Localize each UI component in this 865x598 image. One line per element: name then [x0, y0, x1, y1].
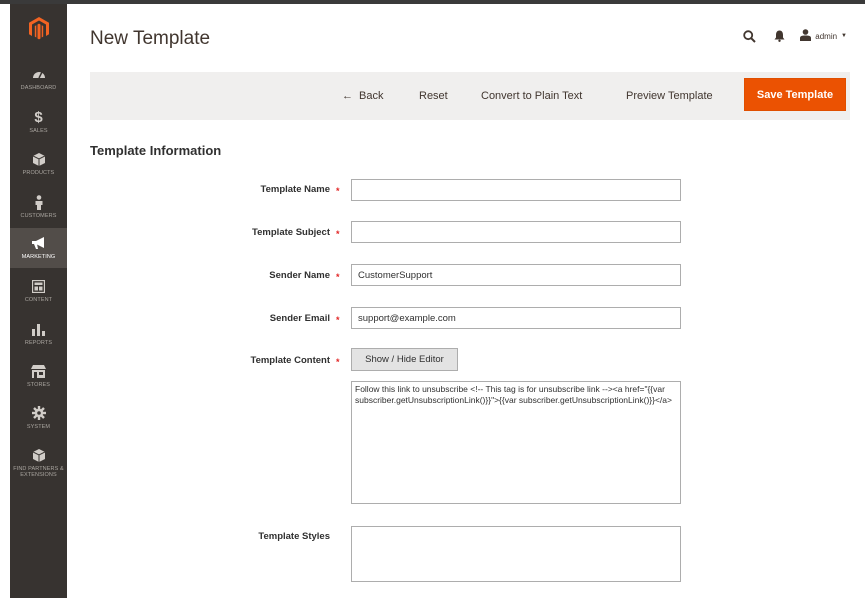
sidebar-item-label: Products [22, 170, 55, 176]
page-title: New Template [90, 28, 211, 49]
app-window: Dashboard $ Sales Products Customers Mar… [0, 0, 865, 598]
bar-chart-icon [28, 319, 50, 339]
top-border [0, 0, 865, 4]
layout-icon [28, 276, 50, 296]
store-icon [28, 361, 50, 381]
sidebar-item-system[interactable]: System [10, 403, 67, 439]
sidebar-item-label: Marketing [21, 254, 56, 260]
bell-icon[interactable] [764, 26, 794, 46]
template-subject-label: Template Subject [252, 227, 330, 238]
box-icon [28, 445, 50, 465]
person-icon [28, 192, 50, 212]
username: admin [815, 31, 838, 41]
sidebar-item-products[interactable]: Products [10, 149, 67, 185]
sidebar-item-label: Sales [29, 128, 48, 134]
admin-sidebar: Dashboard $ Sales Products Customers Mar… [10, 4, 67, 598]
sidebar-item-label: Reports [24, 340, 53, 346]
sender-name-label: Sender Name [269, 270, 330, 281]
header-actions: admin ▼ [734, 26, 847, 46]
template-content-label: Template Content [250, 355, 330, 366]
dashboard-icon [28, 64, 50, 84]
template-styles-label: Template Styles [258, 531, 330, 542]
preview-template-button[interactable]: Preview Template [626, 86, 713, 106]
back-label: Back [359, 90, 384, 102]
template-styles-textarea[interactable] [351, 526, 681, 582]
template-name-label: Template Name [260, 184, 330, 195]
sidebar-item-content[interactable]: Content [10, 276, 67, 312]
sender-name-input[interactable]: CustomerSupport [351, 264, 681, 286]
required-mark: * [336, 357, 340, 367]
cube-icon [28, 149, 50, 169]
sidebar-item-label: System [26, 424, 51, 430]
gear-icon [28, 403, 50, 423]
required-mark: * [336, 186, 340, 196]
megaphone-icon [28, 233, 50, 253]
sidebar-item-label: Stores [26, 382, 51, 388]
sidebar-item-customers[interactable]: Customers [10, 192, 67, 228]
section-title: Template Information [90, 143, 222, 158]
sidebar-item-label: Find Partners & Extensions [13, 466, 64, 478]
required-mark: * [336, 315, 340, 325]
sidebar-item-find-partners[interactable]: Find Partners & Extensions [10, 445, 67, 489]
user-icon [800, 29, 812, 43]
template-content-text: Follow this link to unsubscribe <!-- Thi… [355, 384, 672, 405]
required-mark: * [336, 272, 340, 282]
arrow-left-icon: ← [342, 90, 353, 102]
sender-email-input[interactable]: support@example.com [351, 307, 681, 329]
sidebar-item-label: Dashboard [20, 85, 57, 91]
sidebar-item-sales[interactable]: $ Sales [10, 107, 67, 143]
chevron-down-icon: ▼ [841, 33, 847, 39]
sidebar-item-stores[interactable]: Stores [10, 361, 67, 397]
sidebar-item-dashboard[interactable]: Dashboard [10, 64, 67, 100]
user-menu[interactable]: admin ▼ [800, 29, 847, 43]
show-hide-editor-button[interactable]: Show / Hide Editor [351, 348, 458, 371]
save-template-button[interactable]: Save Template [744, 78, 846, 111]
magento-logo-icon[interactable] [10, 4, 67, 52]
convert-to-plain-text-button[interactable]: Convert to Plain Text [481, 86, 582, 106]
page-actions-bar: ← Back Reset Convert to Plain Text Previ… [90, 72, 850, 120]
sender-email-label: Sender Email [269, 313, 330, 324]
reset-button[interactable]: Reset [419, 86, 448, 106]
sidebar-item-label: Customers [20, 213, 57, 219]
required-mark: * [336, 229, 340, 239]
template-content-textarea[interactable]: Follow this link to unsubscribe <!-- Thi… [351, 381, 681, 504]
template-name-input[interactable] [351, 179, 681, 201]
template-subject-input[interactable] [351, 221, 681, 243]
sidebar-item-reports[interactable]: Reports [10, 319, 67, 355]
dollar-icon: $ [34, 108, 43, 126]
sidebar-item-label: Content [24, 297, 53, 303]
back-button[interactable]: ← Back [342, 86, 383, 106]
search-icon[interactable] [734, 26, 764, 46]
sidebar-item-marketing[interactable]: Marketing [10, 228, 67, 268]
